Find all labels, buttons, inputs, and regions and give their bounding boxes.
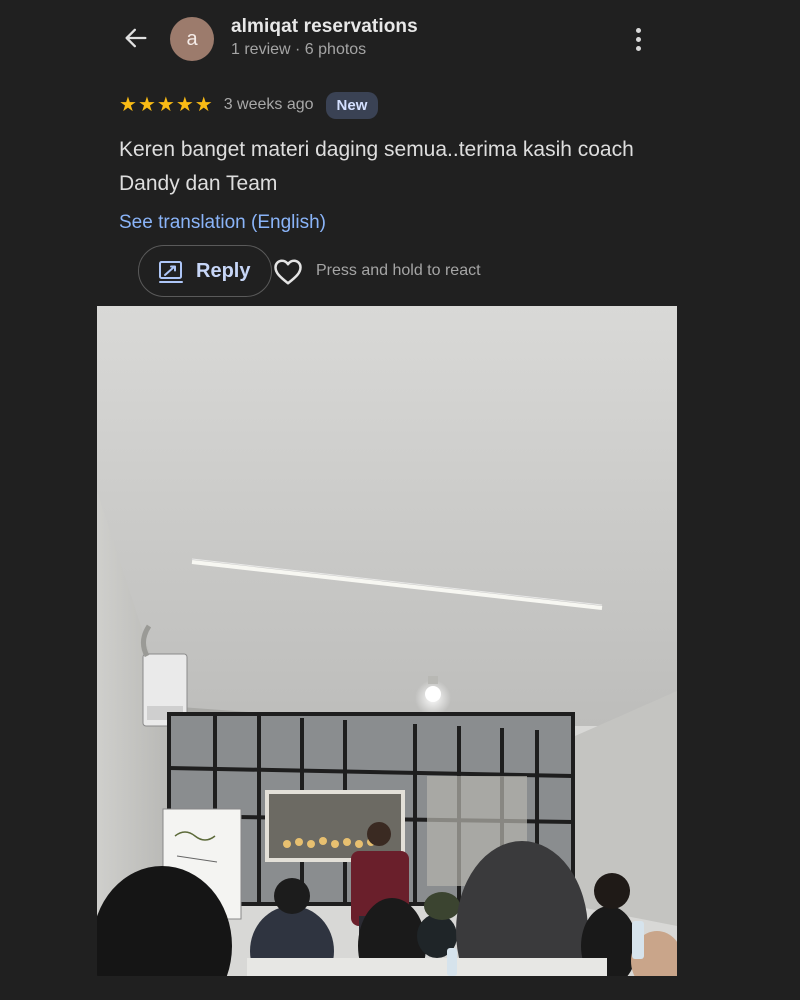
back-button[interactable]	[118, 22, 154, 54]
new-badge: New	[325, 91, 379, 119]
react-button[interactable]	[272, 257, 304, 287]
star-icon: ★	[175, 94, 194, 116]
star-icon: ★	[137, 94, 156, 116]
review-screen: a almiqat reservations 1 review · 6 phot…	[0, 0, 800, 1000]
more-vert-icon	[635, 27, 641, 33]
rating-row: ★ ★ ★ ★ ★ 3 weeks ago New	[119, 91, 379, 119]
seminar-room-photo	[97, 306, 677, 976]
react-hint: Press and hold to react	[316, 262, 481, 279]
more-options-button[interactable]	[626, 24, 650, 54]
star-rating: ★ ★ ★ ★ ★	[119, 95, 213, 115]
star-icon: ★	[194, 94, 213, 116]
reply-button[interactable]: Reply	[138, 245, 272, 297]
review-text: Keren banget materi daging semua..terima…	[119, 138, 634, 195]
review-time: 3 weeks ago	[223, 96, 314, 113]
avatar[interactable]: a	[170, 17, 214, 61]
reply-label: Reply	[196, 259, 251, 282]
star-icon: ★	[119, 94, 137, 116]
heart-icon	[274, 259, 302, 285]
reviewer-meta: 1 review · 6 photos	[231, 41, 367, 58]
star-icon: ★	[156, 94, 175, 116]
see-translation-link[interactable]: See translation (English)	[119, 212, 326, 234]
review-photo[interactable]	[97, 306, 677, 976]
reviewer-name[interactable]: almiqat reservations	[231, 16, 418, 38]
arrow-left-icon	[125, 28, 147, 48]
reply-icon	[159, 261, 183, 283]
